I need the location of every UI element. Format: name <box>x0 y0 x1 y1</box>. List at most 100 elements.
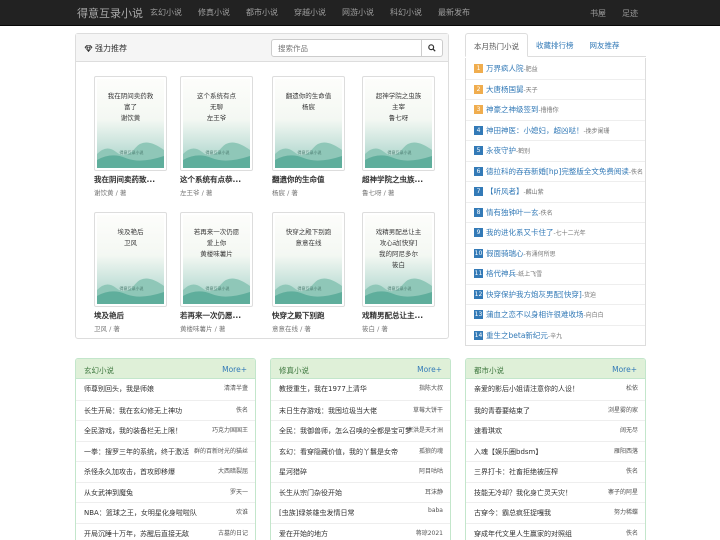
hot-list-item[interactable]: 6 德拉科的吞吞新婚[hp]完整版全文免费阅读 -佚名 <box>466 160 645 182</box>
list-item[interactable]: 古穿今：霸总疯狂捉嘎我 努力稀蝶 <box>466 502 645 523</box>
hot-list-item[interactable]: 11 格代神兵 -纸上飞雪 <box>466 263 645 284</box>
list-item[interactable]: 玄幻：看穿隐藏价值，我的丫鬟是女帝 孤狼的魂 <box>271 440 450 462</box>
list-item[interactable]: 从女武神到魔兔 罗天一 <box>76 481 255 503</box>
novel-title[interactable]: 技能无冷却？我化身亡灵天灾！ <box>474 488 572 498</box>
novel-title[interactable]: 全民游戏，我的装备栏无上限！ <box>84 426 182 436</box>
search-input[interactable] <box>271 39 422 57</box>
hot-list-item[interactable]: 10 假面骑瑞心 -有涌何所思 <box>466 242 645 264</box>
hot-book-title[interactable]: 情有独钟叶一玄 <box>486 207 539 218</box>
list-item[interactable]: 开局沉睡十万年，苏醒后直接无敌 古墓的日记 <box>76 522 255 540</box>
hot-book-title[interactable]: 神田神医：小媳妇，超凶哒！ <box>486 125 584 136</box>
nav-link-dushi[interactable]: 都市小说 <box>246 7 278 18</box>
novel-title[interactable]: 开局沉睡十万年，苏醒后直接无敌 <box>84 529 189 539</box>
book-cover[interactable]: 快穿之殿下别跑 意意在线 得意互录小说 <box>272 212 345 307</box>
list-item[interactable]: 杀怪永久加攻击，首攻即移爆 大西暗裂屈 <box>76 461 255 482</box>
hot-list-item[interactable]: 2 大唐杨国舅 -天子 <box>466 78 645 100</box>
list-item[interactable]: 全民：我御兽师，怎么召唤的全都是宝可梦 宗洪是天才洲 <box>271 420 450 441</box>
list-item[interactable]: 一拳：搜罗三年的系统，终于激活 群的百新时光的猫丝 <box>76 440 255 462</box>
list-item[interactable]: 技能无冷却？我化身亡灵天灾！ 寨子的阿星 <box>466 481 645 503</box>
hot-list-item[interactable]: 1 万界疯人院 -肥益 <box>466 58 645 79</box>
nav-link-chuanyue[interactable]: 穿越小说 <box>294 7 326 18</box>
book-card[interactable]: 埃及艳后 卫风 得意互录小说 埃及艳后 卫风 / 著 <box>94 212 167 333</box>
list-item[interactable]: 速看琪欢 阔无尽 <box>466 420 645 441</box>
novel-title[interactable]: 亲爱的影后小姐请注意你的人设！ <box>474 384 579 394</box>
list-item[interactable]: 教授重生，我在1977上清华 指陈大叔 <box>271 379 450 400</box>
nav-link-xiuzhen[interactable]: 修真小说 <box>198 7 230 18</box>
hot-book-title[interactable]: 【听风者】 <box>486 186 524 197</box>
novel-title[interactable]: 入魂【娱乐圈bdsm】 <box>474 447 542 457</box>
book-title[interactable]: 快穿之殿下别跑 <box>272 310 345 321</box>
hot-list-item[interactable]: 9 我的进化系又卡住了 -七十二光年 <box>466 222 645 243</box>
novel-title[interactable]: 古穿今：霸总疯狂捉嘎我 <box>474 508 551 518</box>
hot-list-item[interactable]: 14 重生之beta新纪元 -辛九 <box>466 324 645 346</box>
hot-book-title[interactable]: 快穿保护我方炮灰男配[快穿] <box>486 289 582 300</box>
book-title[interactable]: 若再来一次仍愿... <box>180 310 253 321</box>
book-title[interactable]: 戏精男配总让主... <box>362 310 435 321</box>
book-card[interactable]: 戏精男配总让主 攻心动[快穿] 我的阿尼多尔 筱白 得意互录小说 戏精男配总让主..… <box>362 212 435 333</box>
novel-title[interactable]: 长生开局：我在玄幻修无上神功 <box>84 406 182 416</box>
novel-title[interactable]: 星河猎碎 <box>279 467 307 477</box>
book-cover[interactable]: 若再来一次仍愿 爱上你 黄楼味薯片 得意互录小说 <box>180 212 253 307</box>
tab-user-recommend[interactable]: 网友推荐 <box>582 33 628 57</box>
list-item[interactable]: 末日生存游戏：我囤垃圾当大佬 草莓大饼干 <box>271 399 450 421</box>
novel-title[interactable]: 从女武神到魔兔 <box>84 488 133 498</box>
novel-title[interactable]: 一拳：搜罗三年的系统，终于激活 <box>84 447 189 457</box>
hot-list-item[interactable]: 8 情有独钟叶一玄 -佚名 <box>466 201 645 223</box>
book-cover[interactable]: 我在阴间卖药救 富了 谢饮黄 得意互录小说 <box>94 76 167 171</box>
hot-list-item[interactable]: 13 蒲血之恋不以身相许很难收场 -向白白 <box>466 304 645 325</box>
list-item[interactable]: 长生从宗门杂役开始 耳沫静 <box>271 481 450 503</box>
novel-title[interactable]: 玄幻：看穿隐藏价值，我的丫鬟是女帝 <box>279 447 398 457</box>
book-cover[interactable]: 这个系统有点 无聊 左王爷 得意互录小说 <box>180 76 253 171</box>
hot-book-title[interactable]: 大唐杨国舅 <box>486 84 524 95</box>
book-card[interactable]: 若再来一次仍愿 爱上你 黄楼味薯片 得意互录小说 若再来一次仍愿... 黄楼味薯片 /… <box>180 212 253 333</box>
tab-favorites-rank[interactable]: 收藏排行榜 <box>528 33 582 57</box>
site-brand[interactable]: 得意互录小说 <box>0 5 150 21</box>
book-card[interactable]: 这个系统有点 无聊 左王爷 得意互录小说 这个系统有点恭... 左王爷 / 著 <box>180 76 253 197</box>
hot-book-title[interactable]: 重生之beta新纪元 <box>486 330 548 341</box>
list-item[interactable]: 我的青春要结束了 浏星雾的家 <box>466 399 645 421</box>
list-item[interactable]: NBA：篮球之王，女明星化身啦啦队 欢谁 <box>76 502 255 523</box>
hot-book-title[interactable]: 神豪之神级签到 <box>486 104 539 115</box>
nav-link-wangyou[interactable]: 网游小说 <box>342 7 374 18</box>
book-title[interactable]: 超神学院之虫族... <box>362 174 435 185</box>
list-item[interactable]: [虫族]绿茶雄虫发情日常 baba <box>271 502 450 523</box>
hot-book-title[interactable]: 万界疯人院 <box>486 63 524 74</box>
list-item[interactable]: 星河猎碎 阿目咕咕 <box>271 461 450 482</box>
novel-title[interactable]: 穿成年代文里人生赢家的对照组 <box>474 529 572 539</box>
hot-book-title[interactable]: 蒲血之恋不以身相许很难收场 <box>486 309 584 320</box>
novel-title[interactable]: 爱在开始的地方 <box>279 529 328 539</box>
nav-link-bookshelf[interactable]: 书屋 <box>590 8 606 19</box>
search-button[interactable] <box>422 39 443 57</box>
book-cover[interactable]: 翻遗你的生命值 杨宸 得意互录小说 <box>272 76 345 171</box>
hot-book-title[interactable]: 我的进化系又卡住了 <box>486 227 554 238</box>
more-link[interactable]: More+ <box>222 365 247 374</box>
nav-link-latest[interactable]: 最新发布 <box>438 7 470 18</box>
novel-title[interactable]: NBA：篮球之王，女明星化身啦啦队 <box>84 508 197 518</box>
tab-monthly-hot[interactable]: 本月热门小说 <box>465 33 528 57</box>
nav-link-history[interactable]: 足迹 <box>622 8 638 19</box>
hot-book-title[interactable]: 格代神兵 <box>486 268 516 279</box>
novel-title[interactable]: 我的青春要结束了 <box>474 406 530 416</box>
book-card[interactable]: 超神学院之虫族 主宰 鲁七呀 得意互录小说 超神学院之虫族... 鲁七呀 / 著 <box>362 76 435 197</box>
book-card[interactable]: 翻遗你的生命值 杨宸 得意互录小说 翻遗你的生命值 杨宸 / 著 <box>272 76 345 197</box>
book-title[interactable]: 翻遗你的生命值 <box>272 174 345 185</box>
novel-title[interactable]: 师尊别回头，我是师娘 <box>84 384 154 394</box>
book-cover[interactable]: 埃及艳后 卫风 得意互录小说 <box>94 212 167 307</box>
book-title[interactable]: 我在阴间卖药致... <box>94 174 167 185</box>
novel-title[interactable]: 全民：我御兽师，怎么召唤的全都是宝可梦 <box>279 426 412 436</box>
list-item[interactable]: 长生开局：我在玄幻修无上神功 佚名 <box>76 399 255 421</box>
more-link[interactable]: More+ <box>417 365 442 374</box>
more-link[interactable]: More+ <box>612 365 637 374</box>
hot-book-title[interactable]: 德拉科的吞吞新婚[hp]完整版全文免费阅读 <box>486 166 629 177</box>
book-title[interactable]: 埃及艳后 <box>94 310 167 321</box>
list-item[interactable]: 三界打卡：社畜拒绝被压榨 佚名 <box>466 461 645 482</box>
nav-link-kehuan[interactable]: 科幻小说 <box>390 7 422 18</box>
book-card[interactable]: 快穿之殿下别跑 意意在线 得意互录小说 快穿之殿下别跑 意意在线 / 著 <box>272 212 345 333</box>
hot-list-item[interactable]: 7 【听风者】 -麟山紫 <box>466 181 645 202</box>
list-item[interactable]: 穿成年代文里人生赢家的对照组 佚名 <box>466 522 645 540</box>
hot-list-item[interactable]: 3 神豪之神级签到 -撸撸你 <box>466 99 645 120</box>
list-item[interactable]: 爱在开始的地方 蒋琼2021 <box>271 522 450 540</box>
novel-title[interactable]: 速看琪欢 <box>474 426 502 436</box>
hot-book-title[interactable]: 假面骑瑞心 <box>486 248 524 259</box>
nav-link-xuanhuan[interactable]: 玄幻小说 <box>150 7 182 18</box>
